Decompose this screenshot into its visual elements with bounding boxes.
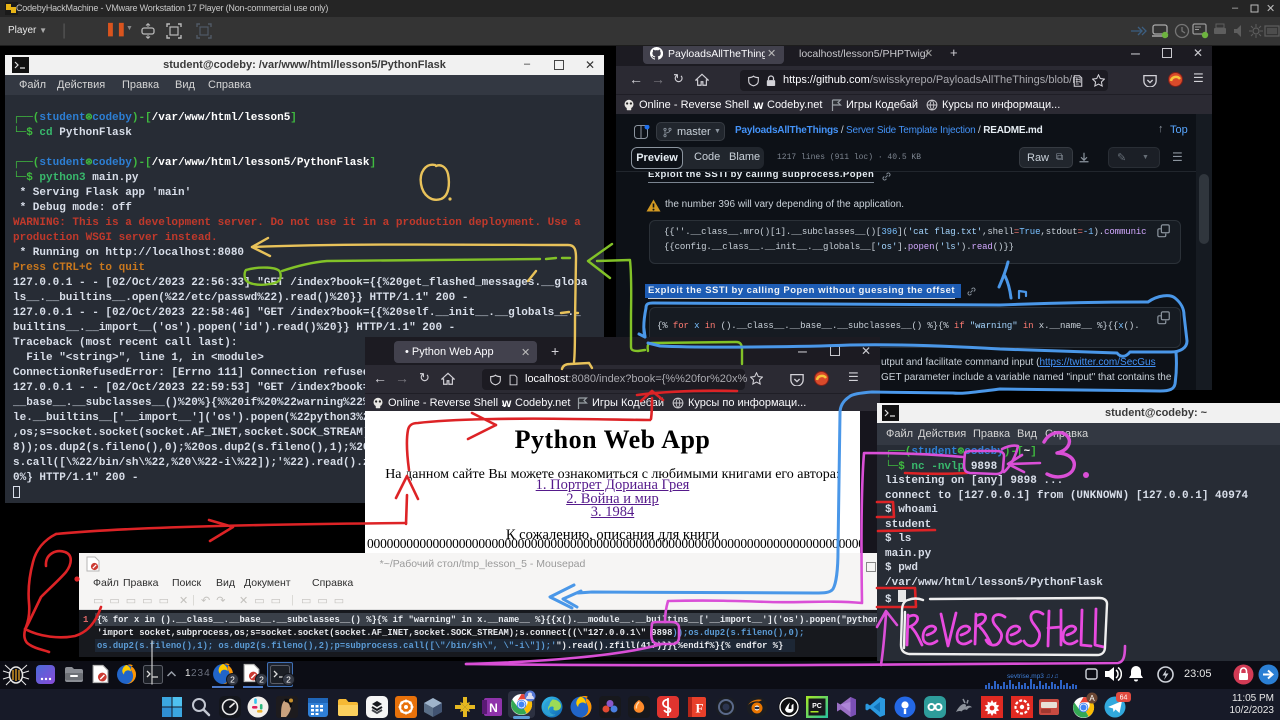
svg-text:N: N [489, 701, 498, 715]
svg-text:sevtrise.mp3 ♫♪♫: sevtrise.mp3 ♫♪♫ [1007, 673, 1059, 680]
svg-text:F: F [696, 701, 704, 716]
svg-text:A: A [1089, 694, 1095, 703]
svg-text:2: 2 [259, 675, 264, 685]
svg-text:2: 2 [230, 675, 235, 685]
svg-text:2: 2 [286, 675, 291, 685]
svg-text:PC: PC [812, 703, 822, 710]
svg-text:64: 64 [1120, 695, 1128, 702]
